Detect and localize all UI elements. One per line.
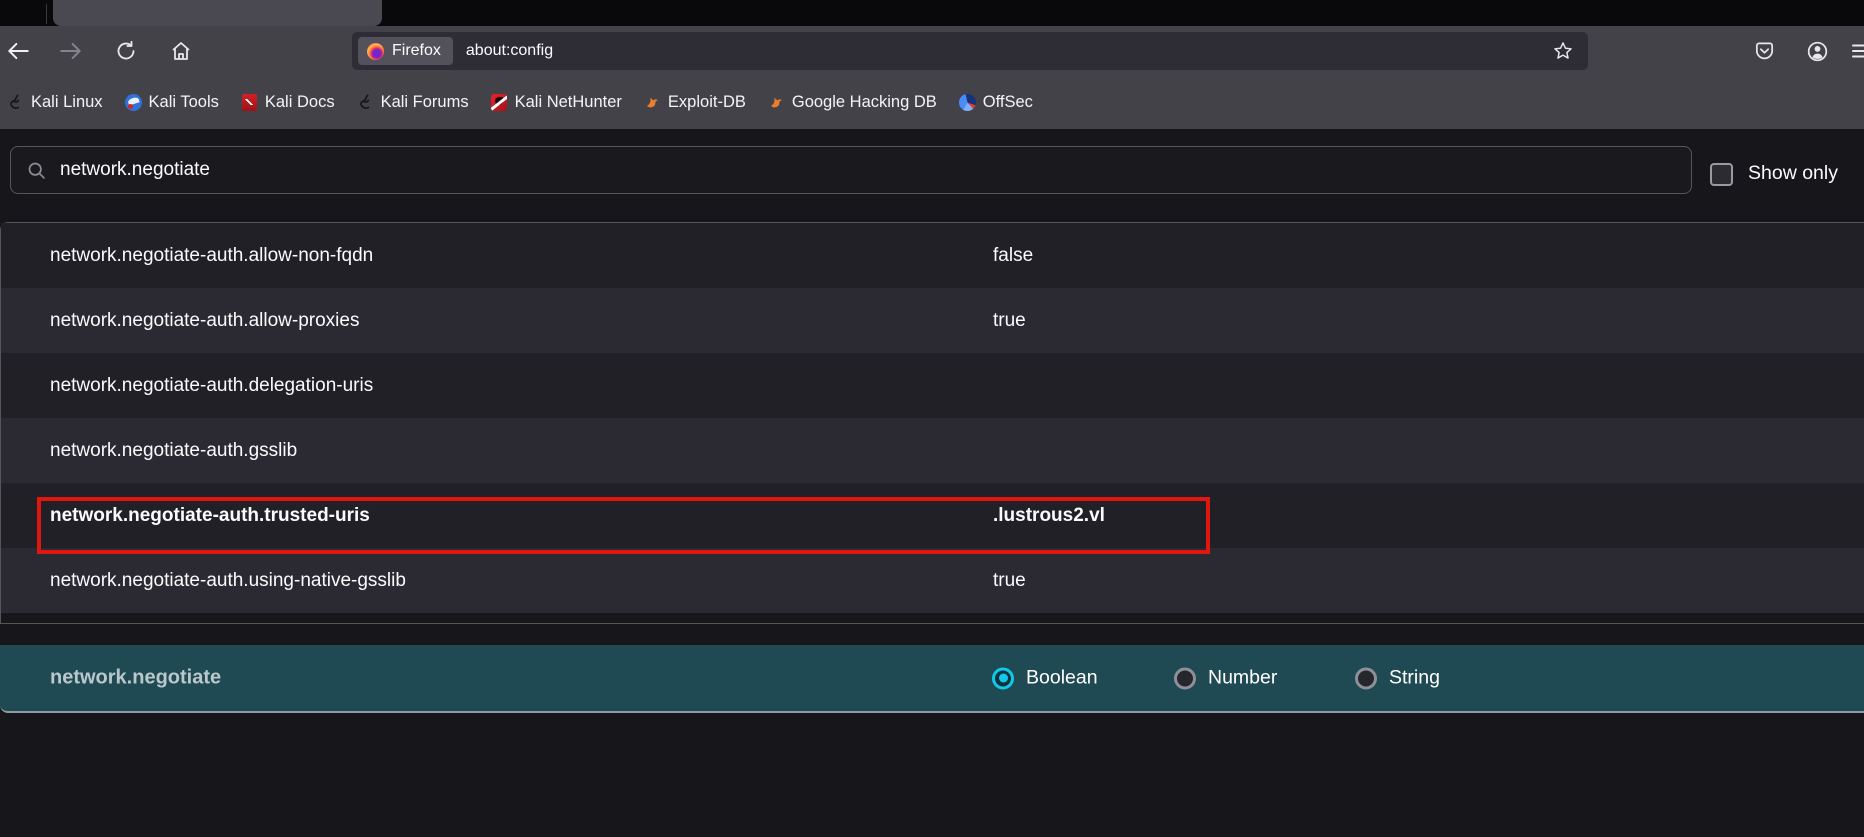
reload-button[interactable]	[111, 36, 141, 66]
pref-name: network.negotiate-auth.gsslib	[50, 440, 297, 462]
bookmark-exploit-db[interactable]: Exploit-DB	[644, 93, 746, 112]
red-highlight-annotation	[37, 497, 1210, 554]
firefox-logo-icon	[367, 43, 384, 60]
pref-name: network.negotiate-auth.allow-non-fqdn	[50, 245, 373, 267]
kali-nethunter-icon	[491, 94, 508, 111]
forward-button[interactable]	[56, 36, 86, 66]
add-pref-row: network.negotiate Boolean Number String	[0, 645, 1864, 713]
bookmark-label: OffSec	[983, 93, 1033, 112]
back-arrow-icon	[5, 38, 31, 64]
kali-dragon-icon	[357, 94, 374, 111]
bookmark-kali-forums[interactable]: Kali Forums	[357, 93, 469, 112]
back-button[interactable]	[3, 36, 33, 66]
forward-arrow-icon	[58, 38, 84, 64]
bookmark-star-button[interactable]	[1552, 40, 1574, 67]
show-only-modified-label: Show only	[1748, 162, 1838, 185]
tab-strip	[0, 0, 1864, 26]
radio-selected-icon	[992, 667, 1014, 689]
bookmark-label: Kali NetHunter	[515, 93, 622, 112]
pref-row[interactable]: network.negotiate-auth.gsslib	[1, 418, 1864, 483]
bookmark-label: Kali Linux	[31, 93, 103, 112]
kali-dragon-icon	[7, 94, 24, 111]
reload-icon	[114, 39, 138, 63]
pref-name: network.negotiate-auth.allow-proxies	[50, 310, 359, 332]
tab-separator	[46, 4, 47, 24]
radio-type-boolean[interactable]: Boolean	[992, 667, 1098, 690]
bookmark-label: Kali Tools	[149, 93, 219, 112]
account-icon	[1806, 40, 1829, 63]
prefs-table: network.negotiate-auth.allow-non-fqdn fa…	[0, 222, 1864, 624]
pref-row[interactable]: network.negotiate-auth.delegation-uris	[1, 353, 1864, 418]
show-only-modified-checkbox[interactable]	[1710, 163, 1733, 186]
radio-unselected-icon	[1174, 667, 1196, 689]
home-button[interactable]	[166, 36, 196, 66]
hamburger-menu-icon	[1850, 39, 1864, 63]
pocket-button[interactable]	[1752, 39, 1776, 63]
browser-tab[interactable]	[53, 0, 382, 26]
bookmark-google-hacking-db[interactable]: Google Hacking DB	[768, 93, 937, 112]
account-button[interactable]	[1805, 39, 1829, 63]
bookmark-kali-tools[interactable]: Kali Tools	[125, 93, 219, 112]
pref-value: true	[993, 570, 1026, 592]
bookmark-kali-nethunter[interactable]: Kali NetHunter	[491, 93, 622, 112]
radio-unselected-icon	[1355, 667, 1377, 689]
pocket-icon	[1753, 40, 1776, 63]
radio-type-number[interactable]: Number	[1174, 667, 1277, 690]
star-icon	[1552, 40, 1574, 62]
search-icon	[26, 160, 47, 181]
bookmark-kali-docs[interactable]: Kali Docs	[241, 93, 335, 112]
pref-value: true	[993, 310, 1026, 332]
url-bar[interactable]: Firefox about:config	[352, 32, 1588, 70]
pref-value: false	[993, 245, 1033, 267]
google-hacking-db-bird-icon	[768, 94, 785, 111]
search-input[interactable]	[60, 159, 1620, 181]
pref-row[interactable]: network.negotiate-auth.allow-non-fqdn fa…	[1, 223, 1864, 288]
bookmark-kali-linux[interactable]: Kali Linux	[7, 93, 103, 112]
menu-button[interactable]	[1850, 39, 1864, 63]
kali-tools-icon	[125, 94, 142, 111]
pref-name: network.negotiate-auth.delegation-uris	[50, 375, 373, 397]
bookmark-label: Google Hacking DB	[792, 93, 937, 112]
pref-row[interactable]: network.negotiate-auth.using-native-gssl…	[1, 548, 1864, 613]
bookmark-offsec[interactable]: OffSec	[959, 93, 1033, 112]
url-text: about:config	[466, 42, 553, 60]
pref-row[interactable]: network.negotiate-auth.allow-proxies tru…	[1, 288, 1864, 353]
pref-name: network.negotiate-auth.using-native-gssl…	[50, 570, 406, 592]
add-pref-name: network.negotiate	[50, 667, 221, 690]
config-search-box	[10, 146, 1692, 194]
bookmark-label: Exploit-DB	[668, 93, 746, 112]
exploit-db-bird-icon	[644, 94, 661, 111]
radio-type-string[interactable]: String	[1355, 667, 1440, 690]
bookmark-label: Kali Forums	[381, 93, 469, 112]
kali-docs-icon	[241, 94, 258, 111]
offsec-icon	[959, 94, 976, 111]
bookmarks-toolbar: Kali Linux Kali Tools Kali Docs Kali For…	[0, 76, 1864, 129]
home-icon	[169, 39, 193, 63]
identity-chip[interactable]: Firefox	[358, 37, 453, 65]
bookmark-label: Kali Docs	[265, 93, 335, 112]
nav-toolbar: Firefox about:config	[0, 26, 1864, 76]
identity-chip-label: Firefox	[392, 42, 441, 60]
screenshot-root: { "browser": { "url_chip_label": "Firefo…	[0, 0, 1864, 837]
